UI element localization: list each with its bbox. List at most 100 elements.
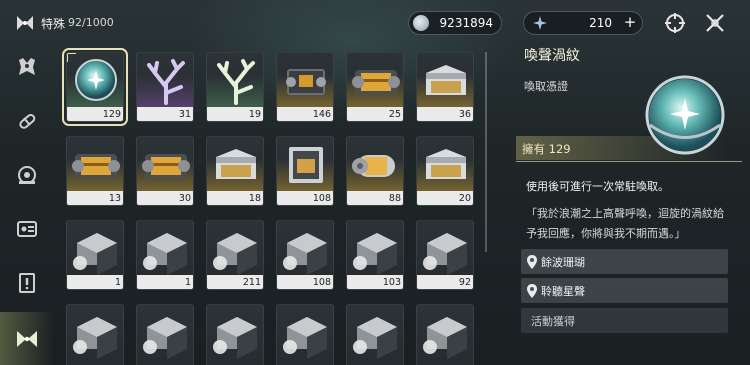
inventory-item[interactable]: 108: [276, 136, 334, 206]
nav-echo-icon[interactable]: [14, 54, 40, 80]
nav-resource-icon[interactable]: [14, 216, 40, 242]
inventory-item[interactable]: 211: [206, 220, 264, 290]
item-chest-box-icon: [417, 53, 473, 109]
quantity-bar: 129: [67, 107, 123, 121]
item-quantity: 108: [312, 193, 331, 204]
nav-capsule-icon[interactable]: [14, 108, 40, 134]
inventory-item[interactable]: 36: [416, 52, 474, 122]
location-pin-icon: [526, 254, 538, 269]
inventory-item[interactable]: 146: [276, 52, 334, 122]
item-chest-dark-icon: [277, 53, 333, 109]
inventory-item[interactable]: 129: [62, 48, 128, 126]
source-label: 聆聽星聲: [541, 285, 585, 298]
inventory-item[interactable]: [206, 304, 264, 365]
inventory-item[interactable]: 103: [346, 220, 404, 290]
item-quantity: 1: [114, 277, 121, 288]
inventory-item[interactable]: [416, 304, 474, 365]
item-echo-box-icon: [417, 305, 473, 361]
inventory-capacity: 92/1000: [68, 16, 114, 29]
item-quantity: 18: [248, 193, 261, 204]
item-quantity: 92: [458, 277, 471, 288]
nav-special-icon[interactable]: [14, 326, 40, 352]
top-bar: 特殊 92/1000 9231894 210 +: [0, 0, 750, 44]
nav-alert-icon[interactable]: [14, 270, 40, 296]
item-chest-box-icon: [207, 137, 263, 193]
quantity-bar: 1: [67, 275, 123, 289]
item-coral-green-icon: [207, 53, 263, 109]
inventory-item[interactable]: 88: [346, 136, 404, 206]
quantity-bar: 25: [347, 107, 403, 121]
source-link-1[interactable]: 餘波珊瑚: [521, 249, 728, 274]
inventory-item[interactable]: 1: [66, 220, 124, 290]
currency-amount: 9231894: [439, 16, 493, 30]
quantity-bar: 36: [417, 107, 473, 121]
item-quantity: 20: [458, 193, 471, 204]
add-currency-button[interactable]: +: [622, 15, 638, 31]
item-chest-cage-icon: [277, 137, 333, 193]
inventory-item[interactable]: 18: [206, 136, 264, 206]
quantity-bar: 146: [277, 107, 333, 121]
item-echo-box-icon: [277, 305, 333, 361]
item-quantity: 19: [248, 109, 261, 120]
inventory-item[interactable]: 31: [136, 52, 194, 122]
inventory-item[interactable]: 108: [276, 220, 334, 290]
source-info-3: 活動獲得: [521, 308, 728, 333]
inventory-item[interactable]: 19: [206, 52, 264, 122]
item-quantity: 129: [102, 109, 121, 120]
inventory-item[interactable]: [346, 304, 404, 365]
quantity-bar: 103: [347, 275, 403, 289]
special-category-icon: [14, 12, 36, 34]
item-echo-box-icon: [417, 221, 473, 277]
inventory-item[interactable]: [136, 304, 194, 365]
inventory-item[interactable]: [276, 304, 334, 365]
location-pin-icon: [526, 283, 538, 298]
currency-astrite: 210 +: [523, 11, 643, 35]
quantity-bar: 20: [417, 191, 473, 205]
item-quantity: 1: [184, 277, 191, 288]
crosshair-icon[interactable]: [663, 11, 687, 35]
star-crystal-icon: [532, 15, 548, 31]
inventory-item[interactable]: [66, 304, 124, 365]
item-echo-box-icon: [207, 305, 263, 361]
item-quantity: 108: [312, 277, 331, 288]
quantity-bar: 31: [137, 107, 193, 121]
item-flavor-text: 「我於浪潮之上高聲呼喚，迴旋的渦紋給予我回應，你將與我不期而遇。」: [526, 207, 724, 240]
source-link-2[interactable]: 聆聽星聲: [521, 278, 728, 303]
category-title: 特殊: [41, 17, 66, 31]
inventory-item[interactable]: 92: [416, 220, 474, 290]
nav-device-icon[interactable]: [14, 162, 40, 188]
item-detail-panel: 喚聲渦紋 喚取憑證 擁有 129 使用後可進行一次常駐喚取。 「我於浪潮之上高聲…: [516, 40, 750, 365]
item-quantity: 211: [242, 277, 261, 288]
inventory-grid: 129 31 19 146 25 36 13 30 18 108 88 20 1 1 211 108 103 92: [62, 48, 474, 365]
silver-coin-icon: [413, 15, 429, 31]
grid-scrollbar[interactable]: [485, 52, 487, 252]
item-echo-box-icon: [347, 221, 403, 277]
category-sidebar: [0, 44, 54, 365]
item-quantity: 30: [178, 193, 191, 204]
item-echo-box-icon: [137, 221, 193, 277]
item-echo-box-icon: [347, 305, 403, 361]
owned-count: 擁有 129: [522, 142, 571, 156]
item-canister-icon: [347, 137, 403, 193]
item-orb-icon: [67, 53, 123, 109]
item-chest-box-icon: [417, 137, 473, 193]
item-echo-box-icon: [67, 221, 123, 277]
inventory-item[interactable]: 20: [416, 136, 474, 206]
source-label: 活動獲得: [531, 315, 575, 328]
close-icon[interactable]: [703, 11, 727, 35]
inventory-item[interactable]: 25: [346, 52, 404, 122]
item-name: 喚聲渦紋: [524, 48, 580, 64]
source-label: 餘波珊瑚: [541, 256, 585, 269]
item-quantity: 31: [178, 109, 191, 120]
inventory-item[interactable]: 13: [66, 136, 124, 206]
inventory-item[interactable]: 30: [136, 136, 194, 206]
item-echo-box-icon: [207, 221, 263, 277]
item-quantity: 13: [108, 193, 121, 204]
currency-shell-credit: 9231894: [408, 11, 502, 35]
item-echo-box-icon: [137, 305, 193, 361]
divider: [516, 161, 742, 162]
inventory-item[interactable]: 1: [136, 220, 194, 290]
item-type: 喚取憑證: [524, 80, 568, 93]
quantity-bar: 19: [207, 107, 263, 121]
item-quantity: 88: [388, 193, 401, 204]
